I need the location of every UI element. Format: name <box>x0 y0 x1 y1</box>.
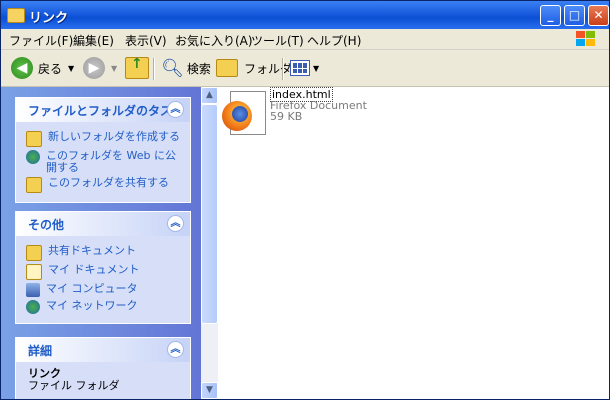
firefox-document-icon <box>220 89 268 137</box>
folders-button[interactable]: フォルダ <box>216 56 292 80</box>
back-button[interactable]: ◀ 戻る ▼ <box>11 56 74 80</box>
panel-title: ファイルとフォルダのタスク <box>28 103 185 118</box>
place-my-network[interactable]: マイ ネットワーク <box>26 300 182 314</box>
file-size: 59 KB <box>270 110 303 123</box>
folder-icon <box>7 8 25 23</box>
toolbar: ◀ 戻る ▼ ▶ ▼ ↑ 🔍︎ 検索 フォルダ ▼ <box>1 50 609 87</box>
other-places-panel: その他 ︽ 共有ドキュメント マイ ドキュメント マイ コンピュータ マイ ネッ… <box>15 211 191 324</box>
folders-icon <box>216 59 238 77</box>
search-label: 検索 <box>186 61 211 76</box>
place-shared-documents[interactable]: 共有ドキュメント <box>26 245 182 261</box>
menu-favorites[interactable]: お気に入り(A) <box>175 32 253 49</box>
menu-help[interactable]: ヘルプ(H) <box>307 32 361 49</box>
details-type: ファイル フォルダ <box>28 379 120 392</box>
views-icon <box>290 60 310 76</box>
folders-label: フォルダ <box>244 61 293 76</box>
my-documents-icon <box>26 264 42 280</box>
menu-edit[interactable]: 編集(E) <box>73 32 114 49</box>
details-panel: 詳細 ︽ リンク ファイル フォルダ <box>15 337 191 399</box>
scroll-thumb[interactable] <box>201 104 218 324</box>
shared-documents-icon <box>26 245 42 261</box>
task-pane: ファイルとフォルダのタスク ︽ 新しいフォルダを作成する このフォルダを Web… <box>1 87 201 399</box>
close-button[interactable]: ✕ <box>588 5 609 26</box>
search-icon: 🔍︎ <box>161 57 184 79</box>
collapse-chevron-icon[interactable]: ︽ <box>167 101 184 118</box>
toolbar-separator <box>153 58 155 80</box>
file-folder-tasks-panel: ファイルとフォルダのタスク ︽ 新しいフォルダを作成する このフォルダを Web… <box>15 97 191 203</box>
place-label: マイ ドキュメント <box>48 263 140 276</box>
forward-button[interactable]: ▶ ▼ <box>83 56 117 80</box>
menu-bar: ファイル(F) 編集(E) 表示(V) お気に入り(A) ツール(T) ヘルプ(… <box>1 29 609 50</box>
panel-header[interactable]: 詳細 ︽ <box>16 338 190 362</box>
back-arrow-icon: ◀ <box>11 57 33 79</box>
back-label: 戻る <box>38 61 63 76</box>
scroll-up-button[interactable]: ▲ <box>201 87 218 104</box>
forward-arrow-icon: ▶ <box>83 57 105 79</box>
vertical-scrollbar[interactable]: ▲ ▼ <box>201 87 218 399</box>
up-folder-icon: ↑ <box>125 56 149 79</box>
task-list: 新しいフォルダを作成する このフォルダを Web に公開する このフォルダを共有… <box>16 122 190 202</box>
scroll-down-button[interactable]: ▼ <box>201 382 218 399</box>
place-label: 共有ドキュメント <box>48 244 136 257</box>
window-title: リンク <box>29 11 69 26</box>
menu-tools[interactable]: ツール(T) <box>251 32 304 49</box>
task-label: このフォルダを Web に公開する <box>46 149 176 174</box>
my-computer-icon <box>26 283 40 297</box>
task-new-folder[interactable]: 新しいフォルダを作成する <box>26 131 182 147</box>
dropdown-arrow-icon: ▼ <box>68 63 75 73</box>
panel-header[interactable]: ファイルとフォルダのタスク ︽ <box>16 98 190 122</box>
task-label: このフォルダを共有する <box>48 176 169 189</box>
dropdown-arrow-icon: ▼ <box>313 63 320 73</box>
title-bar[interactable]: リンク _ □ ✕ <box>1 1 609 29</box>
windows-logo-icon <box>573 29 599 49</box>
place-label: マイ ネットワーク <box>46 299 138 312</box>
panel-title: その他 <box>28 217 65 232</box>
views-button[interactable]: ▼ <box>290 56 319 80</box>
file-list-area[interactable]: index.html Firefox Document 59 KB <box>218 87 609 399</box>
globe-icon <box>26 150 40 164</box>
panel-header[interactable]: その他 ︽ <box>16 212 190 236</box>
dropdown-arrow-icon: ▼ <box>111 63 118 73</box>
search-button[interactable]: 🔍︎ 検索 <box>161 56 211 80</box>
explorer-window: リンク _ □ ✕ ファイル(F) 編集(E) 表示(V) お気に入り(A) ツ… <box>0 0 610 400</box>
task-label: 新しいフォルダを作成する <box>48 130 180 143</box>
share-folder-icon <box>26 177 42 193</box>
task-publish-web[interactable]: このフォルダを Web に公開する <box>26 150 182 174</box>
menu-file[interactable]: ファイル(F) <box>9 32 73 49</box>
up-folder-button[interactable]: ↑ <box>125 56 149 80</box>
place-my-computer[interactable]: マイ コンピュータ <box>26 283 182 297</box>
place-my-documents[interactable]: マイ ドキュメント <box>26 264 182 280</box>
toolbar-separator <box>282 58 284 80</box>
task-share-folder[interactable]: このフォルダを共有する <box>26 177 182 193</box>
collapse-chevron-icon[interactable]: ︽ <box>167 215 184 232</box>
places-list: 共有ドキュメント マイ ドキュメント マイ コンピュータ マイ ネットワーク <box>16 236 190 323</box>
menu-view[interactable]: 表示(V) <box>125 32 167 49</box>
network-icon <box>26 300 40 314</box>
place-label: マイ コンピュータ <box>46 282 138 295</box>
file-item[interactable]: index.html Firefox Document 59 KB <box>220 87 367 137</box>
maximize-button[interactable]: □ <box>564 5 585 26</box>
panel-title: 詳細 <box>28 343 53 358</box>
minimize-button[interactable]: _ <box>540 5 561 26</box>
collapse-chevron-icon[interactable]: ︽ <box>167 341 184 358</box>
new-folder-icon <box>26 131 42 147</box>
